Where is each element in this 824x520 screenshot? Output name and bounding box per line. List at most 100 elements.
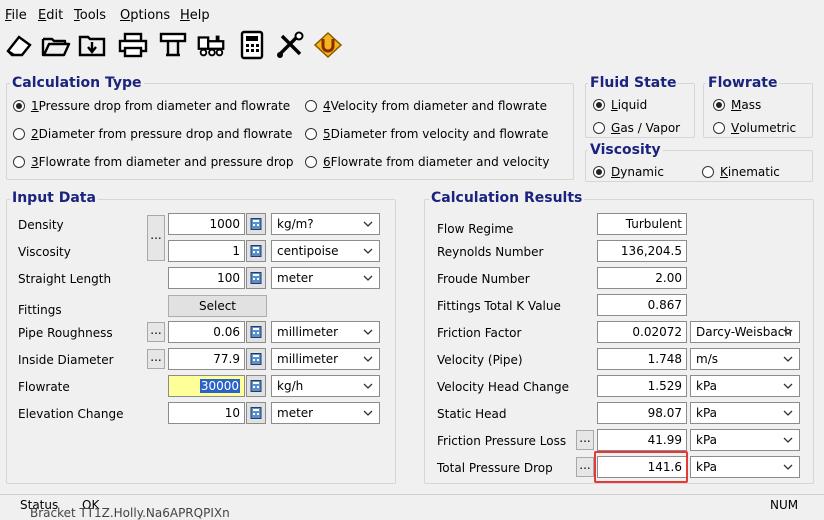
radio-icon bbox=[702, 166, 714, 178]
calculator-button-icon[interactable] bbox=[246, 375, 266, 397]
static-head-value: 98.07 bbox=[597, 402, 687, 424]
radio-icon bbox=[305, 100, 317, 112]
friction-loss-unit-select[interactable]: kPa bbox=[690, 429, 800, 451]
fittings-k-label: Fittings Total K Value bbox=[437, 299, 561, 313]
calc-type-option-2[interactable]: 2 Diameter from pressure drop and flowra… bbox=[13, 127, 292, 141]
flowrate-label: Flowrate bbox=[18, 380, 70, 394]
num-lock-indicator: NUM bbox=[770, 498, 799, 512]
velocity-head-change-label: Velocity Head Change bbox=[437, 380, 570, 394]
open-folder-icon[interactable] bbox=[40, 30, 72, 60]
menu-help[interactable]: Help bbox=[180, 8, 210, 23]
menu-options[interactable]: Options bbox=[120, 8, 170, 23]
eraser-icon[interactable] bbox=[3, 30, 35, 60]
printer-icon[interactable] bbox=[117, 30, 149, 60]
friction-factor-label: Friction Factor bbox=[437, 326, 522, 340]
static-head-unit-select[interactable]: kPa bbox=[690, 402, 800, 424]
fittings-select-button[interactable]: Select bbox=[168, 295, 267, 317]
flowrate-volumetric-radio[interactable]: Volumetric bbox=[713, 121, 796, 135]
inside-diameter-label: Inside Diameter bbox=[18, 353, 114, 367]
pipe-roughness-input[interactable]: 0.06 bbox=[168, 321, 245, 343]
calc-type-option-1[interactable]: 1 Pressure drop from diameter and flowra… bbox=[13, 99, 290, 113]
calc-type-option-3[interactable]: 3 Flowrate from diameter and pressure dr… bbox=[13, 155, 293, 169]
chevron-down-icon bbox=[363, 221, 373, 227]
radio-icon bbox=[13, 156, 25, 168]
calculator-button-icon[interactable] bbox=[246, 348, 266, 370]
radio-icon bbox=[305, 156, 317, 168]
friction-loss-more-button[interactable]: ... bbox=[576, 430, 594, 450]
velocity-unit-select[interactable]: m/s bbox=[690, 348, 800, 370]
tools-wrench-icon[interactable] bbox=[274, 30, 306, 60]
density-input[interactable]: 1000 bbox=[168, 213, 245, 235]
radio-selected-icon bbox=[593, 166, 605, 178]
radio-selected-icon bbox=[713, 99, 725, 111]
elevation-change-label: Elevation Change bbox=[18, 407, 124, 421]
radio-icon bbox=[593, 122, 605, 134]
straight-length-unit-select[interactable]: meter bbox=[271, 267, 380, 289]
fluid-liquid-radio[interactable]: Liquid bbox=[593, 98, 647, 112]
static-head-label: Static Head bbox=[437, 407, 507, 421]
pipe-roughness-label: Pipe Roughness bbox=[18, 326, 113, 340]
flowrate-mass-radio[interactable]: Mass bbox=[713, 98, 761, 112]
fittings-label: Fittings bbox=[18, 303, 62, 317]
fluid-gas-radio[interactable]: Gas / Vapor bbox=[593, 121, 680, 135]
calculator-button-icon[interactable] bbox=[246, 402, 266, 424]
flowrate-type-title: Flowrate bbox=[706, 75, 780, 91]
flowrate-input[interactable]: 30000 bbox=[168, 375, 245, 397]
inside-diameter-unit-select[interactable]: millimeter bbox=[271, 348, 380, 370]
radio-icon bbox=[713, 122, 725, 134]
save-folder-icon[interactable] bbox=[77, 30, 109, 60]
total-drop-unit-select[interactable]: kPa bbox=[690, 456, 800, 478]
velocity-head-unit-select[interactable]: kPa bbox=[690, 375, 800, 397]
chevron-down-icon bbox=[783, 410, 793, 416]
flowrate-selected-text: 30000 bbox=[199, 379, 240, 393]
total-pressure-drop-label: Total Pressure Drop bbox=[437, 461, 553, 475]
menu-edit[interactable]: Edit bbox=[38, 8, 63, 23]
chevron-down-icon bbox=[363, 356, 373, 362]
chevron-down-icon bbox=[783, 329, 793, 335]
calculator-button-icon[interactable] bbox=[246, 240, 266, 262]
locomotive-icon[interactable] bbox=[195, 30, 227, 60]
magnet-badge-icon[interactable] bbox=[312, 30, 344, 60]
radio-icon bbox=[13, 128, 25, 140]
calculator-button-icon[interactable] bbox=[246, 267, 266, 289]
calculator-button-icon[interactable] bbox=[246, 213, 266, 235]
pipe-roughness-more-button[interactable]: ... bbox=[147, 322, 165, 342]
elevation-change-unit-select[interactable]: meter bbox=[271, 402, 380, 424]
calc-type-option-5[interactable]: 5 Diameter from velocity and flowrate bbox=[305, 127, 548, 141]
viscosity-unit-select[interactable]: centipoise bbox=[271, 240, 380, 262]
calc-type-option-4[interactable]: 4 Velocity from diameter and flowrate bbox=[305, 99, 547, 113]
inside-diameter-more-button[interactable]: ... bbox=[147, 349, 165, 369]
viscosity-kinematic-radio[interactable]: Kinematic bbox=[702, 165, 780, 179]
elevation-change-input[interactable]: 10 bbox=[168, 402, 245, 424]
inside-diameter-input[interactable]: 77.9 bbox=[168, 348, 245, 370]
fluid-state-title: Fluid State bbox=[588, 75, 679, 91]
straight-length-label: Straight Length bbox=[18, 272, 112, 286]
friction-factor-type-select[interactable]: Darcy-Weisbach bbox=[690, 321, 800, 343]
menu-tools[interactable]: Tools bbox=[74, 8, 106, 23]
viscosity-dynamic-radio[interactable]: Dynamic bbox=[593, 165, 664, 179]
calculator-button-icon[interactable] bbox=[246, 321, 266, 343]
menu-bar: File Edit Tools Options Help bbox=[0, 0, 824, 28]
pipe-roughness-unit-select[interactable]: millimeter bbox=[271, 321, 380, 343]
calculator-icon[interactable] bbox=[236, 30, 268, 60]
chevron-down-icon bbox=[363, 410, 373, 416]
reynolds-number-label: Reynolds Number bbox=[437, 245, 544, 259]
density-unit-select[interactable]: kg/m? bbox=[271, 213, 380, 235]
velocity-head-change-value: 1.529 bbox=[597, 375, 687, 397]
straight-length-input[interactable]: 100 bbox=[168, 267, 245, 289]
fittings-k-value: 0.867 bbox=[597, 294, 687, 316]
menu-file[interactable]: File bbox=[5, 8, 27, 23]
density-viscosity-more-button[interactable]: ... bbox=[147, 215, 165, 261]
pipe-fitting-icon[interactable] bbox=[157, 30, 189, 60]
friction-pressure-loss-value: 41.99 bbox=[597, 429, 687, 451]
radio-icon bbox=[305, 128, 317, 140]
flowrate-unit-select[interactable]: kg/h bbox=[271, 375, 380, 397]
density-label: Density bbox=[18, 218, 64, 232]
chevron-down-icon bbox=[363, 248, 373, 254]
total-drop-more-button[interactable]: ... bbox=[576, 457, 594, 477]
velocity-label: Velocity (Pipe) bbox=[437, 353, 523, 367]
calc-type-option-6[interactable]: 6 Flowrate from diameter and velocity bbox=[305, 155, 549, 169]
input-data-title: Input Data bbox=[10, 190, 98, 206]
viscosity-input[interactable]: 1 bbox=[168, 240, 245, 262]
calculation-results-title: Calculation Results bbox=[429, 190, 585, 206]
